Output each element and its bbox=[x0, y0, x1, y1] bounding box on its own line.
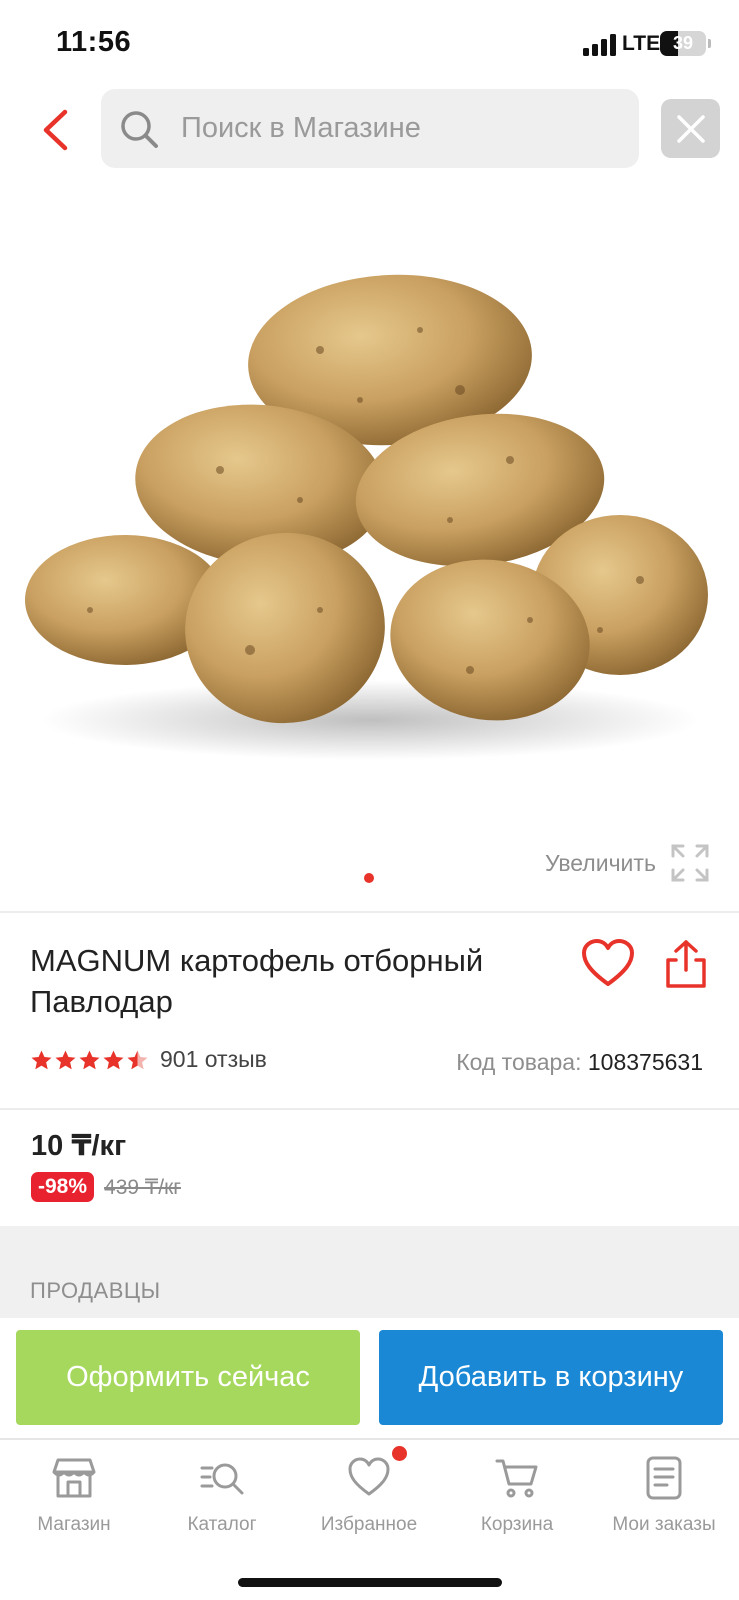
tab-label: Корзина bbox=[480, 1514, 554, 1535]
chevron-left-icon bbox=[43, 109, 68, 151]
reviews-link[interactable]: 901 отзыв bbox=[160, 1046, 267, 1073]
store-icon bbox=[52, 1458, 96, 1498]
star-icon bbox=[79, 1050, 100, 1069]
star-icon bbox=[31, 1050, 52, 1069]
tab-orders[interactable]: Мои заказы bbox=[590, 1456, 738, 1536]
gallery-indicator-dot bbox=[364, 873, 374, 883]
close-button[interactable] bbox=[661, 99, 720, 158]
cart-icon bbox=[495, 1459, 538, 1498]
back-button[interactable] bbox=[30, 100, 80, 160]
tab-label: Избранное bbox=[320, 1514, 418, 1535]
notification-dot bbox=[392, 1446, 407, 1461]
catalog-icon bbox=[200, 1463, 244, 1495]
discount-row: -98% 439 ₸/кг bbox=[31, 1172, 181, 1202]
battery-level: 39 bbox=[672, 33, 694, 53]
tab-cart[interactable]: Корзина bbox=[443, 1456, 591, 1536]
star-icon bbox=[55, 1050, 76, 1069]
discount-badge: -98% bbox=[31, 1172, 95, 1202]
expand-icon bbox=[671, 844, 709, 882]
star-icon bbox=[103, 1050, 124, 1069]
status-bar: 11:56 LTE 39 bbox=[0, 0, 739, 88]
tab-label: Мои заказы bbox=[612, 1514, 716, 1535]
rating-row: 901 отзыв bbox=[30, 1046, 267, 1073]
search-icon bbox=[121, 110, 158, 148]
home-indicator bbox=[238, 1578, 502, 1587]
search-bar[interactable] bbox=[101, 89, 639, 168]
sellers-heading: ПРОДАВЦЫ bbox=[30, 1278, 161, 1303]
tab-favorites[interactable]: Избранное bbox=[295, 1446, 443, 1536]
heart-icon-wrap bbox=[347, 1446, 407, 1500]
battery-icon: 39 bbox=[660, 31, 706, 56]
rating-stars bbox=[30, 1049, 150, 1071]
product-code: Код товара: 108375631 bbox=[456, 1049, 703, 1076]
zoom-label: Увеличить bbox=[545, 849, 656, 876]
share-button[interactable] bbox=[662, 938, 710, 990]
tab-label: Каталог bbox=[187, 1514, 257, 1535]
network-type: LTE bbox=[622, 32, 661, 55]
product-image[interactable] bbox=[0, 200, 739, 840]
product-code-label: Код товара: bbox=[456, 1049, 582, 1075]
search-input[interactable] bbox=[181, 112, 621, 145]
tab-catalog[interactable]: Каталог bbox=[148, 1456, 296, 1536]
favorite-button[interactable] bbox=[580, 938, 636, 990]
divider bbox=[0, 1108, 739, 1110]
heart-icon bbox=[582, 939, 634, 986]
orders-icon bbox=[646, 1456, 682, 1500]
product-code-value: 108375631 bbox=[587, 1049, 703, 1075]
close-icon bbox=[676, 114, 705, 143]
tab-store[interactable]: Магазин bbox=[0, 1456, 148, 1536]
status-time: 11:56 bbox=[56, 26, 132, 58]
tab-bar: Магазин Каталог Избранное Корзина Мои за… bbox=[0, 1442, 739, 1600]
divider bbox=[0, 911, 739, 913]
add-to-cart-button[interactable]: Добавить в корзину bbox=[379, 1330, 723, 1425]
zoom-button[interactable]: Увеличить bbox=[545, 843, 710, 883]
share-icon bbox=[666, 940, 706, 988]
buy-now-button[interactable]: Оформить сейчас bbox=[16, 1330, 360, 1425]
action-bar: Оформить сейчас Добавить в корзину bbox=[0, 1318, 739, 1440]
battery-tip bbox=[708, 39, 711, 48]
current-price: 10 ₸/кг bbox=[31, 1130, 127, 1162]
product-title: MAGNUM картофель отборный Павлодар bbox=[30, 943, 484, 1019]
signal-icon bbox=[583, 34, 617, 56]
tab-label: Магазин bbox=[37, 1514, 111, 1535]
heart-icon bbox=[348, 1457, 390, 1496]
old-price: 439 ₸/кг bbox=[104, 1175, 181, 1199]
star-icon bbox=[127, 1050, 148, 1069]
